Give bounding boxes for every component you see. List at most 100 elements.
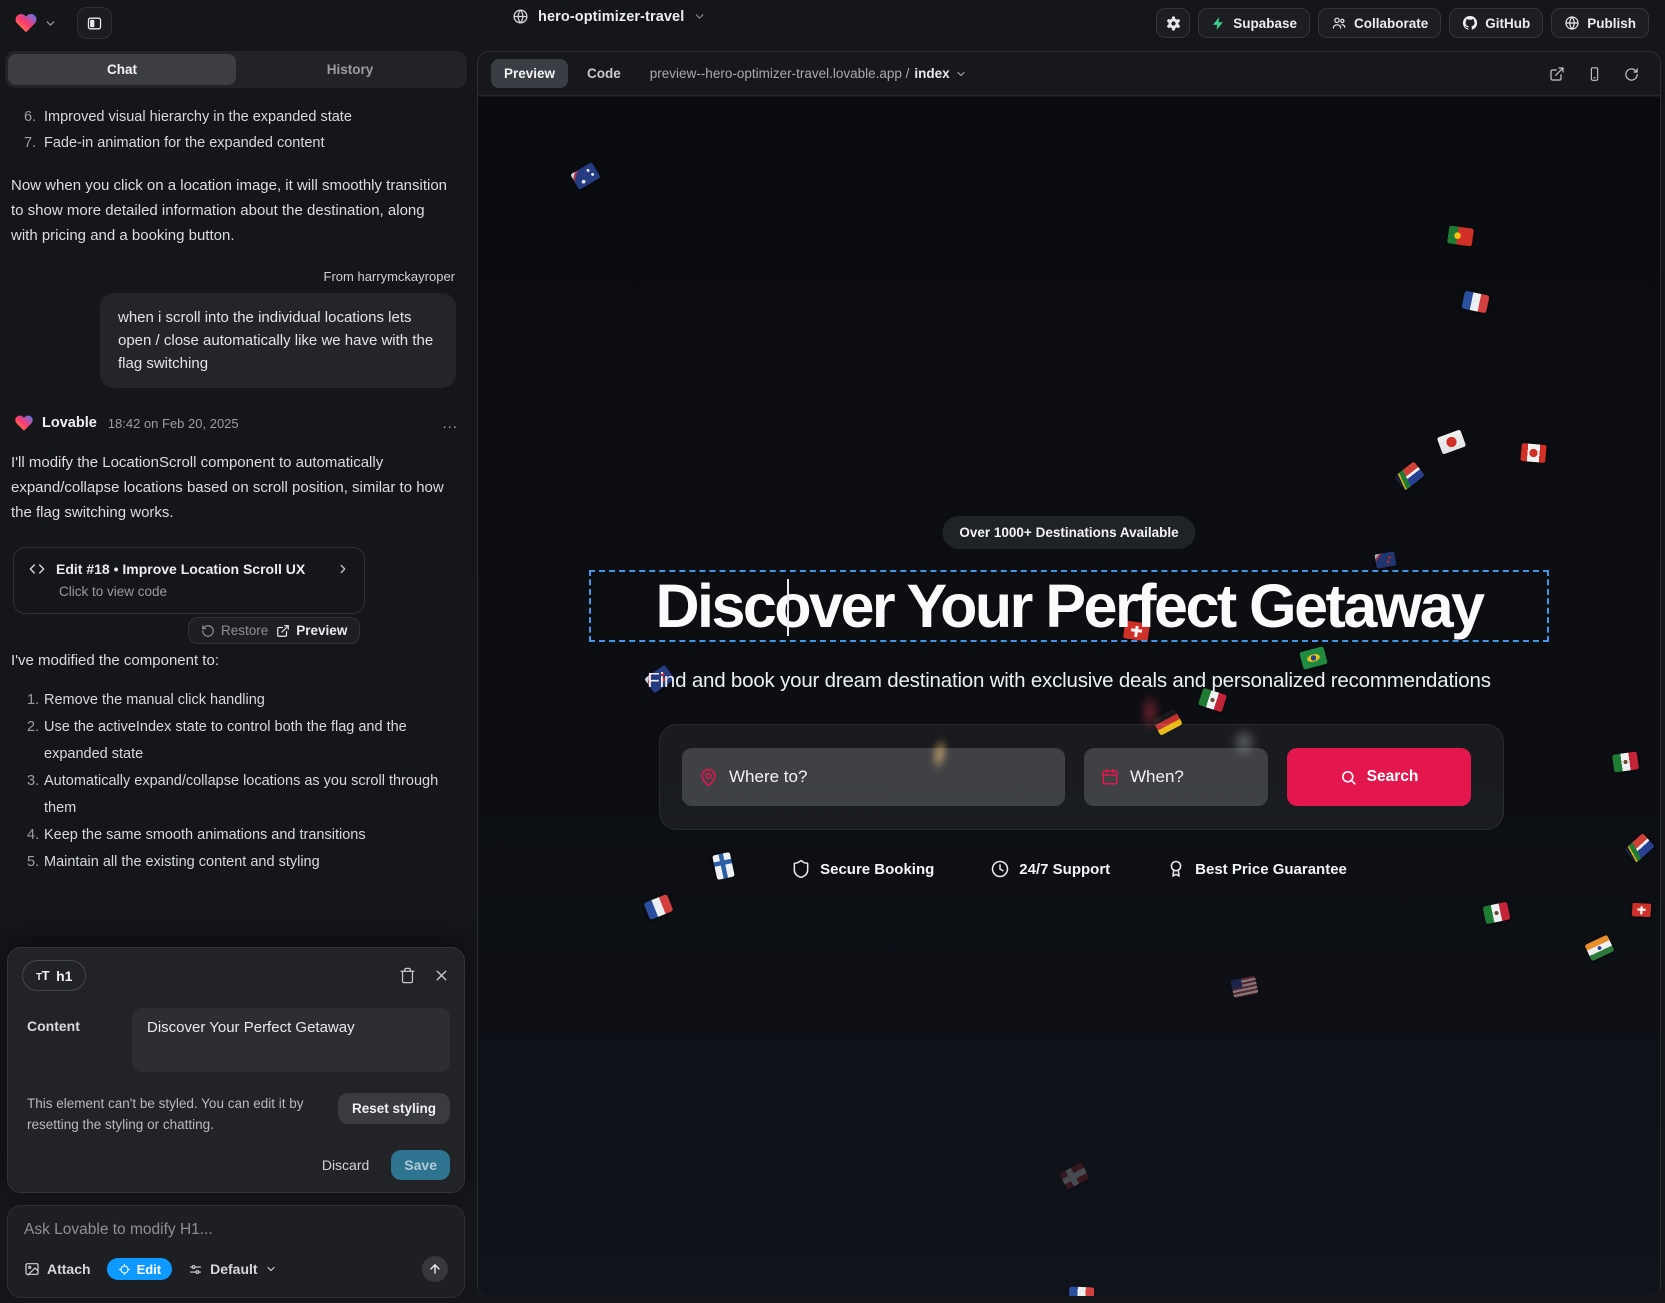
assistant-list-previous: 6.Improved visual hierarchy in the expan… bbox=[0, 104, 472, 156]
flag-mexico bbox=[1612, 751, 1639, 772]
arrow-up-icon bbox=[428, 1262, 442, 1276]
feature-support: 24/7 Support bbox=[990, 859, 1110, 879]
github-button[interactable]: GitHub bbox=[1449, 8, 1543, 38]
feature-best-price: Best Price Guarantee bbox=[1166, 859, 1347, 879]
styling-hint: This element can't be styled. You can ed… bbox=[22, 1093, 322, 1135]
list-item: 2.Use the activeIndex state to control b… bbox=[0, 714, 452, 768]
preview-url[interactable]: preview--hero-optimizer-travel.lovable.a… bbox=[650, 66, 967, 81]
open-new-tab-icon[interactable] bbox=[1549, 66, 1565, 82]
chat-history-tabs: Chat History bbox=[5, 51, 467, 88]
attach-image-icon bbox=[24, 1261, 40, 1277]
assistant-paragraph: Now when you click on a location image, … bbox=[11, 173, 451, 248]
flag-south-africa bbox=[1394, 461, 1425, 491]
flag-australia bbox=[570, 162, 601, 190]
github-label: GitHub bbox=[1485, 16, 1530, 31]
where-placeholder: Where to? bbox=[729, 767, 807, 787]
sliders-icon bbox=[188, 1262, 203, 1277]
settings-button[interactable] bbox=[1156, 8, 1190, 38]
preview-panel: Preview Code preview--hero-optimizer-tra… bbox=[477, 51, 1661, 1296]
publish-button[interactable]: Publish bbox=[1551, 8, 1649, 38]
text-caret bbox=[787, 579, 789, 636]
mode-label: Default bbox=[210, 1261, 257, 1277]
sidebar-toggle-icon[interactable] bbox=[77, 7, 112, 39]
tab-history[interactable]: History bbox=[236, 54, 464, 85]
assistant-paragraph: I've modified the component to: bbox=[11, 648, 451, 673]
flag-switzerland bbox=[1632, 903, 1651, 917]
features-row: Secure Booking 24/7 Support Best Price G… bbox=[478, 859, 1660, 879]
edit-version-card[interactable]: Edit #18 • Improve Location Scroll UX Cl… bbox=[13, 547, 365, 614]
text-type-icon: TT bbox=[36, 968, 49, 983]
trash-icon[interactable] bbox=[399, 967, 416, 984]
search-button[interactable]: Search bbox=[1287, 748, 1471, 806]
preview-version-button[interactable]: Preview bbox=[276, 623, 347, 638]
ask-input[interactable] bbox=[24, 1221, 448, 1239]
chevron-right-icon[interactable] bbox=[336, 562, 350, 576]
search-icon bbox=[1340, 769, 1357, 786]
project-name: hero-optimizer-travel bbox=[538, 9, 684, 25]
reset-styling-button[interactable]: Reset styling bbox=[338, 1093, 450, 1124]
flag-brazil bbox=[1299, 646, 1328, 670]
preview-viewport: Over 1000+ Destinations Available Discov… bbox=[478, 97, 1660, 1296]
workspace-chevron-down-icon[interactable] bbox=[44, 17, 57, 30]
mode-selector[interactable]: Default bbox=[188, 1261, 276, 1277]
edit-card-subtitle: Click to view code bbox=[59, 584, 350, 599]
flag-new-zealand bbox=[1374, 551, 1396, 569]
list-item: 5.Maintain all the existing content and … bbox=[0, 849, 452, 876]
project-selector[interactable]: hero-optimizer-travel bbox=[512, 8, 706, 25]
edit-mode-pill[interactable]: Edit bbox=[107, 1258, 173, 1280]
message-from-label: From harrymckayroper bbox=[0, 269, 455, 284]
supabase-button[interactable]: Supabase bbox=[1198, 8, 1310, 38]
search-card: Where to? When? Search bbox=[659, 724, 1504, 830]
tab-preview[interactable]: Preview bbox=[491, 59, 568, 88]
version-actions: Restore Preview bbox=[188, 617, 360, 644]
refresh-icon[interactable] bbox=[1624, 67, 1639, 82]
publish-label: Publish bbox=[1587, 16, 1636, 31]
destinations-badge: Over 1000+ Destinations Available bbox=[942, 516, 1195, 549]
close-icon[interactable] bbox=[433, 967, 450, 984]
project-chevron-down-icon bbox=[693, 10, 706, 23]
list-item: 6.Improved visual hierarchy in the expan… bbox=[0, 104, 460, 130]
attach-label: Attach bbox=[47, 1261, 91, 1277]
sidebar: Chat History 6.Improved visual hierarchy… bbox=[0, 46, 472, 1303]
clock-icon bbox=[990, 859, 1010, 879]
location-pin-icon bbox=[699, 768, 718, 787]
save-button[interactable]: Save bbox=[391, 1150, 450, 1180]
feature-secure-booking: Secure Booking bbox=[791, 859, 934, 879]
edit-target-icon bbox=[118, 1263, 131, 1276]
restore-button[interactable]: Restore bbox=[201, 623, 268, 638]
url-chevron-down-icon bbox=[955, 68, 967, 80]
ask-panel: Attach Edit Default bbox=[7, 1205, 465, 1298]
flag-india bbox=[1584, 935, 1614, 962]
content-label: Content bbox=[22, 1008, 132, 1072]
tab-code[interactable]: Code bbox=[587, 66, 621, 81]
assistant-list-changes: 1.Remove the manual click handling 2.Use… bbox=[0, 687, 472, 876]
globe-icon bbox=[512, 8, 529, 25]
when-placeholder: When? bbox=[1130, 767, 1184, 787]
h1-selection-box[interactable]: Discover Your Perfect Getaway bbox=[589, 570, 1549, 642]
element-tag-pill[interactable]: TT h1 bbox=[22, 960, 86, 991]
search-label: Search bbox=[1367, 768, 1419, 786]
lovable-heart-icon[interactable] bbox=[14, 11, 38, 35]
where-to-input[interactable]: Where to? bbox=[682, 748, 1065, 806]
flag-france bbox=[644, 894, 674, 920]
when-input[interactable]: When? bbox=[1084, 748, 1268, 806]
element-editor-panel: TT h1 Content Discover Your Perfect Geta… bbox=[7, 947, 465, 1193]
tab-chat[interactable]: Chat bbox=[8, 54, 236, 85]
send-button[interactable] bbox=[422, 1256, 448, 1282]
attach-button[interactable]: Attach bbox=[24, 1261, 91, 1277]
message-timestamp: 18:42 on Feb 20, 2025 bbox=[108, 416, 239, 431]
collaborate-button[interactable]: Collaborate bbox=[1318, 8, 1441, 38]
hero-heading[interactable]: Discover Your Perfect Getaway bbox=[655, 571, 1482, 641]
content-field[interactable]: Discover Your Perfect Getaway bbox=[132, 1008, 450, 1072]
gear-icon bbox=[1165, 15, 1182, 32]
mobile-view-icon[interactable] bbox=[1587, 66, 1602, 82]
assistant-paragraph: I'll modify the LocationScroll component… bbox=[11, 450, 451, 525]
flag-japan bbox=[1437, 429, 1467, 454]
preview-external-icon bbox=[276, 624, 290, 638]
flag-usa bbox=[1230, 976, 1258, 999]
discard-button[interactable]: Discard bbox=[322, 1157, 369, 1173]
message-menu-icon[interactable]: ... bbox=[442, 415, 458, 432]
flag-france bbox=[1069, 1287, 1095, 1296]
list-item: 4.Keep the same smooth animations and tr… bbox=[0, 822, 452, 849]
lovable-app: hero-optimizer-travel Supabase Collabora… bbox=[0, 0, 1665, 1303]
